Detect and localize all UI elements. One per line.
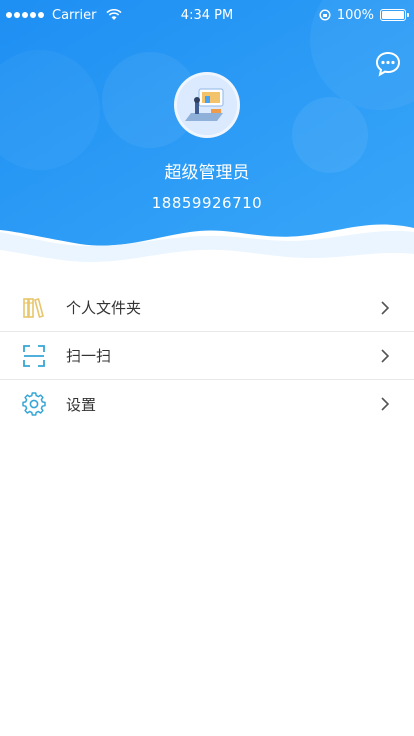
user-name: 超级管理员 <box>164 163 250 183</box>
menu-item-personal-folder[interactable]: 个人文件夹 <box>0 284 414 332</box>
carrier-label: Carrier <box>52 7 97 23</box>
user-phone: 18859926710 <box>151 194 263 212</box>
signal-icon <box>6 12 44 18</box>
menu-item-settings[interactable]: 设置 <box>0 380 414 428</box>
status-left: Carrier <box>6 8 156 23</box>
avatar-illustration-icon <box>177 75 237 135</box>
avatar[interactable] <box>174 72 240 138</box>
chevron-right-icon <box>381 348 390 363</box>
battery-percent: 100% <box>336 7 374 23</box>
profile-screen: Carrier 4:34 PM 100% 超级管理员 18859926710 个… <box>0 0 414 736</box>
menu-item-label: 设置 <box>66 395 97 414</box>
scan-icon <box>20 342 48 370</box>
menu-item-label: 扫一扫 <box>66 347 112 365</box>
chevron-right-icon <box>381 300 390 315</box>
status-bar: Carrier 4:34 PM 100% <box>0 0 414 30</box>
settings-menu: 个人文件夹 扫一扫 设置 <box>0 284 414 428</box>
menu-item-scan[interactable]: 扫一扫 <box>0 332 414 380</box>
menu-item-label: 个人文件夹 <box>66 299 142 317</box>
folder-books-icon <box>20 294 48 322</box>
gear-icon <box>20 390 48 418</box>
message-icon[interactable] <box>374 50 402 78</box>
wifi-icon <box>106 9 123 20</box>
rotation-lock-icon <box>319 9 331 21</box>
battery-icon <box>380 9 409 21</box>
status-right: 100% <box>319 7 409 23</box>
chevron-right-icon <box>381 397 390 411</box>
